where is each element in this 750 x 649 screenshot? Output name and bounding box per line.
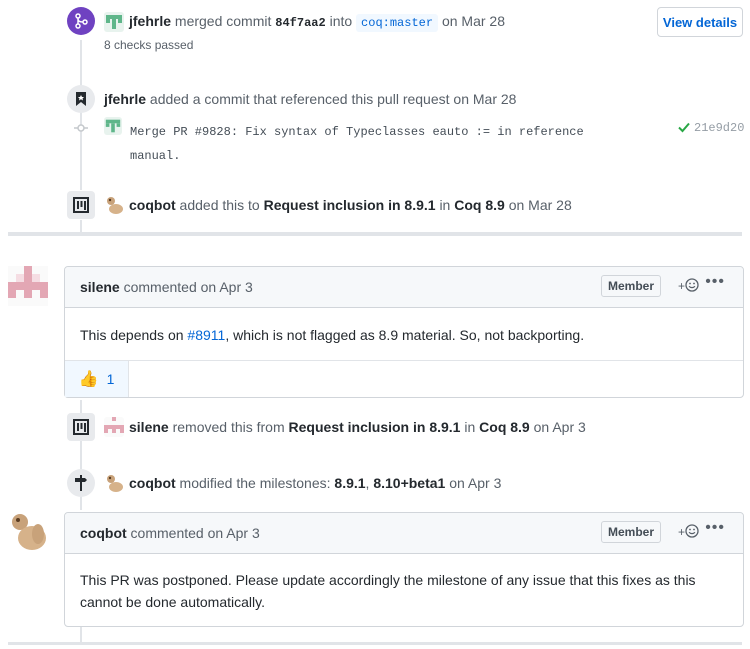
milestone-event-text: coqbot modified the milestones: 8.9.1, 8…: [129, 475, 501, 491]
branch-name[interactable]: coq:master: [356, 14, 439, 32]
project-action: added this to: [179, 197, 260, 213]
project-icon: [67, 191, 95, 219]
git-merge-icon: [67, 7, 95, 35]
comment-text: This PR was postponed. Please update acc…: [80, 572, 696, 588]
comment-meta: coqbot commented on Apr 3: [80, 525, 260, 541]
timeline-line: [80, 40, 82, 190]
project-event-text: silene removed this from Request inclusi…: [129, 419, 586, 435]
event-date[interactable]: on Apr 3: [449, 475, 501, 491]
commit-sha-link[interactable]: 21e9d20: [694, 121, 744, 135]
timeline-line: [80, 626, 82, 642]
user-link[interactable]: silene: [80, 279, 120, 295]
member-badge: Member: [600, 521, 661, 543]
user-link[interactable]: coqbot: [80, 525, 127, 541]
comment-text: , which is not flagged as 8.9 material. …: [225, 327, 585, 343]
merge-event-text: jfehrle merged commit 84f7aa2 into coq:m…: [129, 13, 505, 32]
user-link[interactable]: coqbot: [129, 197, 176, 213]
comment-card: coqbot commented on Apr 3 Member + ••• T…: [64, 512, 744, 627]
commit-message-line[interactable]: manual.: [130, 144, 584, 168]
event-date[interactable]: on Apr 3: [534, 419, 586, 435]
merge-date[interactable]: on Mar 28: [442, 13, 505, 29]
milestone-link[interactable]: 8.9.1: [334, 475, 365, 491]
milestone-separator: ,: [365, 475, 370, 491]
timeline-separator: [8, 232, 742, 236]
add-reaction-button[interactable]: +: [678, 523, 699, 539]
milestone-action: modified the milestones:: [179, 475, 331, 491]
project-action: removed this from: [172, 419, 285, 435]
project-name-link[interactable]: Coq 8.9: [454, 197, 505, 213]
reaction-count: 1: [106, 371, 115, 387]
reaction-thumbs-up[interactable]: 👍 1: [65, 361, 129, 397]
smiley-icon: [685, 523, 699, 539]
into-label: into: [329, 13, 353, 29]
comment-header: silene commented on Apr 3 Member + •••: [65, 267, 743, 308]
reactions-bar: 👍 1: [65, 360, 743, 397]
comment-text: cannot be done automatically.: [80, 594, 265, 610]
project-name-link[interactable]: Coq 8.9: [479, 419, 530, 435]
member-badge: Member: [600, 275, 661, 297]
kebab-horizontal-icon[interactable]: •••: [705, 519, 725, 537]
in-label: in: [464, 419, 476, 435]
project-icon: [67, 413, 95, 441]
avatar[interactable]: [8, 512, 48, 552]
kebab-horizontal-icon[interactable]: •••: [705, 273, 725, 291]
milestone-link[interactable]: 8.10+beta1: [373, 475, 445, 491]
milestone-icon: [67, 469, 95, 497]
comment-timestamp[interactable]: commented on Apr 3: [124, 279, 253, 295]
git-commit-icon: [74, 121, 88, 137]
merge-action: merged commit: [174, 13, 272, 29]
timeline-separator: [8, 642, 742, 645]
user-link[interactable]: silene: [129, 419, 169, 435]
commit-sha-link[interactable]: 84f7aa2: [275, 16, 325, 30]
check-icon[interactable]: [678, 120, 690, 136]
user-link[interactable]: coqbot: [129, 475, 176, 491]
user-link[interactable]: jfehrle: [104, 91, 146, 107]
comment-body: This PR was postponed. Please update acc…: [65, 554, 743, 613]
reference-action: added a commit that referenced this pull…: [149, 91, 517, 107]
in-label: in: [439, 197, 451, 213]
view-details-button[interactable]: View details: [657, 7, 743, 37]
checks-status[interactable]: 8 checks passed: [104, 38, 193, 52]
project-column-link[interactable]: Request inclusion in 8.9.1: [289, 419, 461, 435]
avatar[interactable]: [104, 12, 124, 32]
avatar[interactable]: [104, 473, 124, 493]
commit-message-line[interactable]: Merge PR #9828: Fix syntax of Typeclasse…: [130, 120, 584, 144]
avatar[interactable]: [104, 195, 124, 215]
project-column-link[interactable]: Request inclusion in 8.9.1: [264, 197, 436, 213]
commit-message[interactable]: Merge PR #9828: Fix syntax of Typeclasse…: [130, 120, 584, 168]
comment-card: silene commented on Apr 3 Member + ••• T…: [64, 266, 744, 398]
thumbs-up-icon: 👍: [78, 371, 99, 388]
avatar[interactable]: [104, 417, 124, 437]
issue-link[interactable]: #8911: [187, 327, 225, 343]
commit-status: 21e9d20: [678, 120, 744, 136]
comment-text: This depends on: [80, 327, 184, 343]
smiley-icon: [685, 277, 699, 293]
bookmark-icon: [67, 85, 95, 113]
comment-body: This depends on #8911, which is not flag…: [65, 308, 743, 360]
avatar[interactable]: [104, 117, 122, 135]
event-date[interactable]: on Mar 28: [509, 197, 572, 213]
avatar[interactable]: [8, 266, 48, 306]
reference-event-text: jfehrle added a commit that referenced t…: [104, 91, 516, 107]
comment-timestamp[interactable]: commented on Apr 3: [131, 525, 260, 541]
comment-header: coqbot commented on Apr 3 Member + •••: [65, 513, 743, 554]
project-event-text: coqbot added this to Request inclusion i…: [129, 197, 572, 213]
add-reaction-button[interactable]: +: [678, 277, 699, 293]
comment-meta: silene commented on Apr 3: [80, 279, 253, 295]
user-link[interactable]: jfehrle: [129, 13, 171, 29]
